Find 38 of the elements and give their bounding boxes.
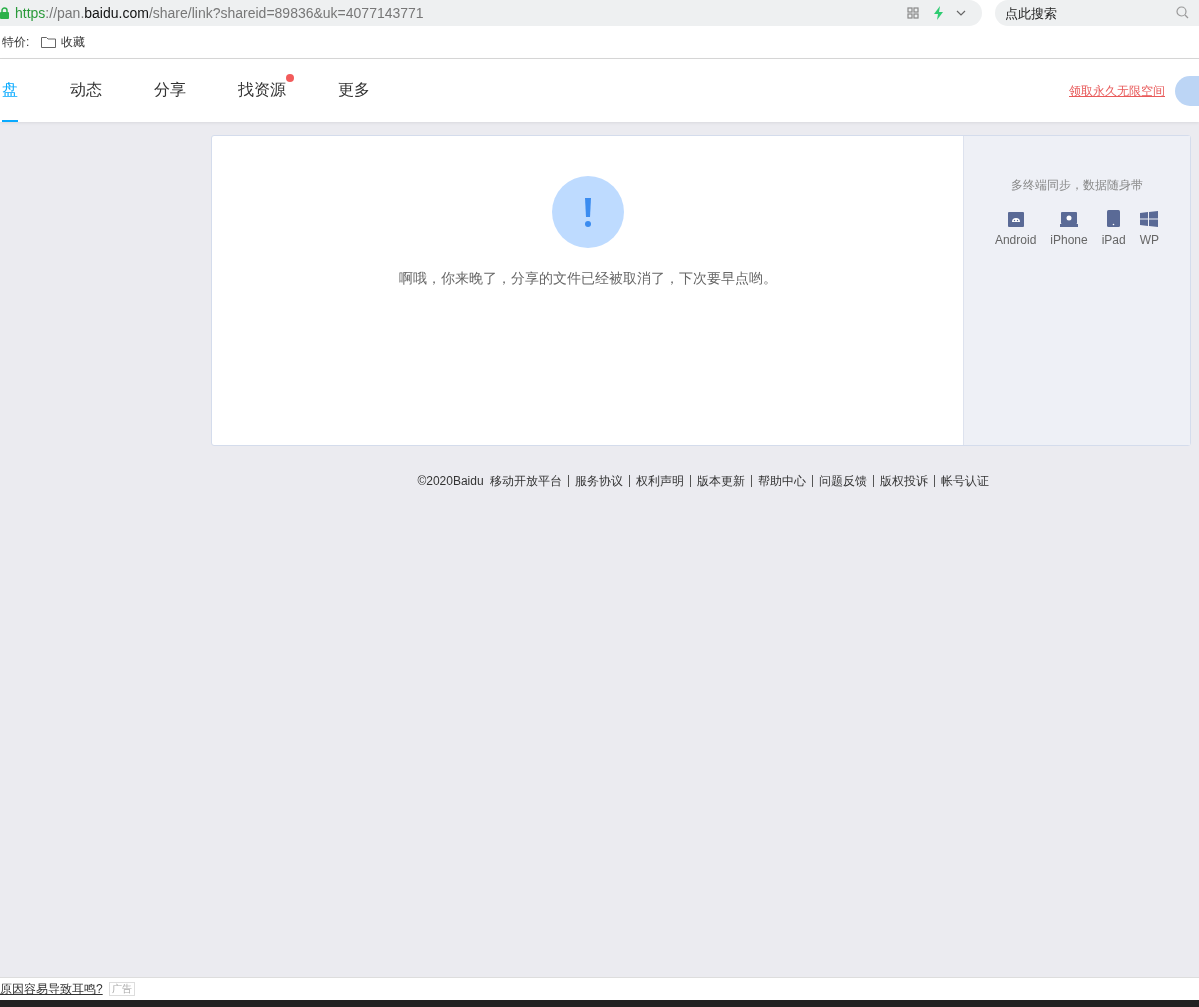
- search-icon[interactable]: [1176, 6, 1189, 19]
- nav-tab[interactable]: 分享: [154, 59, 186, 122]
- folder-icon: [41, 36, 57, 48]
- lock-icon: [0, 7, 9, 19]
- search-field[interactable]: 点此搜索: [995, 0, 1199, 26]
- platform-link[interactable]: iPhone: [1050, 209, 1088, 249]
- bookmark-link[interactable]: 特价:: [2, 33, 30, 51]
- copyright-text: ©2020Baidu: [417, 473, 484, 490]
- chevron-down-icon[interactable]: [956, 10, 966, 16]
- android-icon: [1007, 212, 1024, 227]
- ad-link[interactable]: 原因容易导致耳鸣?: [0, 980, 103, 998]
- lightning-icon[interactable]: [933, 6, 944, 20]
- platform-link[interactable]: iPad: [1101, 209, 1126, 249]
- address-bar[interactable]: https://pan.baidu.com/share/link?shareid=89836&uk=4077143771: [0, 0, 982, 26]
- nav-tab[interactable]: 找资源: [238, 59, 286, 122]
- footer-link[interactable]: 权利声明: [635, 472, 684, 490]
- promo-link[interactable]: 领取永久无限空间: [1069, 81, 1165, 100]
- footer-link[interactable]: 帮助中心: [757, 472, 806, 490]
- side-panel-title: 多终端同步，数据随身带: [1011, 177, 1143, 194]
- footer-link[interactable]: 版本更新: [696, 472, 745, 490]
- bookmark-folder[interactable]: 收藏: [41, 33, 86, 51]
- nav-tab[interactable]: 更多: [338, 59, 370, 122]
- platform-link[interactable]: Android: [994, 209, 1037, 249]
- windows-icon: [1140, 211, 1159, 227]
- platform-link[interactable]: WP: [1139, 209, 1160, 249]
- ad-tag: 广告: [108, 982, 135, 996]
- qr-code-icon[interactable]: [907, 7, 919, 19]
- url-text: https://pan.baidu.com/share/link?shareid=89836&uk=4077143771: [15, 3, 424, 23]
- apple-laptop-icon: [1060, 212, 1078, 227]
- footer-link[interactable]: 服务协议: [574, 472, 623, 490]
- avatar[interactable]: [1175, 75, 1199, 106]
- tablet-icon: [1107, 210, 1121, 227]
- footer-link[interactable]: 版权投诉: [879, 472, 928, 490]
- footer-link[interactable]: 帐号认证: [940, 472, 989, 490]
- nav-tab[interactable]: 动态: [70, 59, 102, 122]
- expired-message: 啊哦，你来晚了，分享的文件已经被取消了，下次要早点哟。: [398, 269, 777, 288]
- footer-link[interactable]: 问题反馈: [818, 472, 867, 490]
- footer-link[interactable]: 移动开放平台: [489, 472, 562, 490]
